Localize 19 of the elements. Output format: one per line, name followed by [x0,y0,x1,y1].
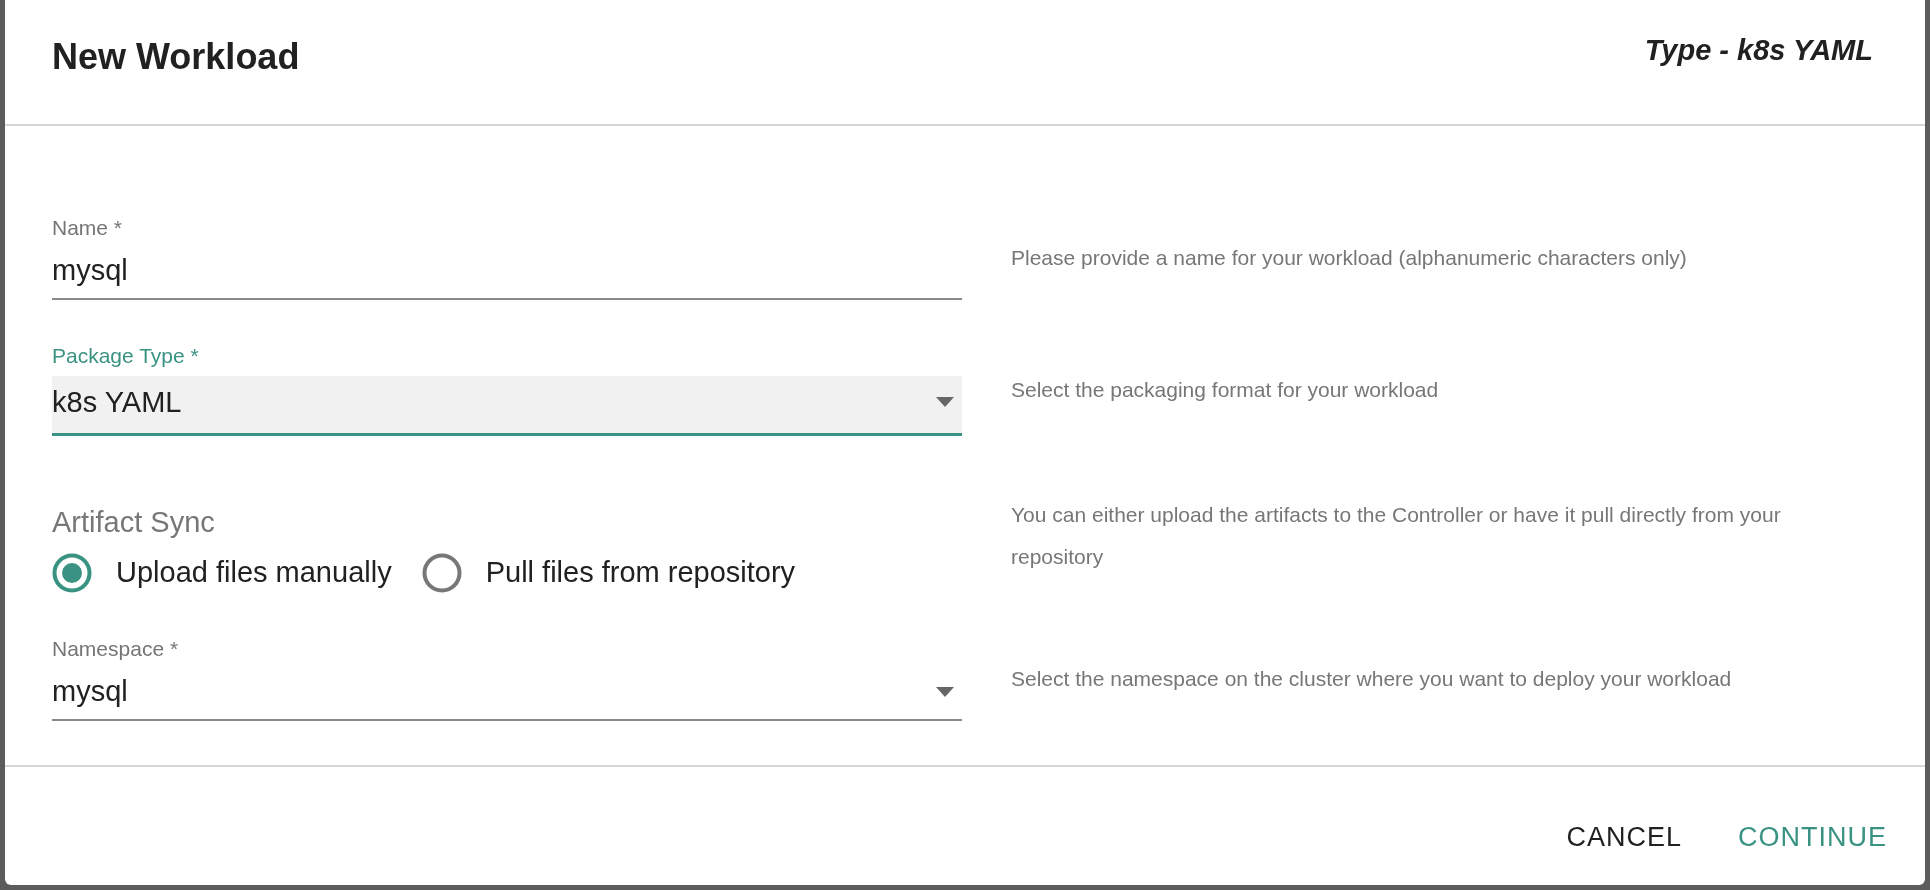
dropdown-caret-icon [936,397,954,408]
dialog-subtitle: Type - k8s YAML [1644,34,1873,68]
select-field[interactable]: k8s YAML [52,375,962,436]
input-field[interactable]: mysql [52,247,962,300]
select-field[interactable]: mysql [52,668,962,721]
continue-button[interactable]: CONTINUE [1730,816,1895,859]
field-label: Namespace * [52,636,180,661]
field-label: Name * [52,215,124,240]
cancel-button[interactable]: CANCEL [1558,816,1690,859]
help-text: You can either upload the artifacts to the Controller or have it pull directly from your repository [1011,502,1782,571]
field-label: Package Type * [52,343,200,368]
section-heading: Artifact Sync [52,505,216,539]
help-text: Select the namespace on the cluster where you want to deploy your workload [1011,665,1733,692]
radio-option[interactable]: Pull files from repository [421,552,796,593]
dialog-title: New Workload [52,35,300,78]
radio-option[interactable]: Upload files manually [52,552,392,593]
dropdown-caret-icon [936,686,954,697]
help-text: Please provide a name for your workload (alphanumeric characters only) [1011,244,1688,271]
help-text: Select the packaging format for your workload [1011,376,1440,403]
